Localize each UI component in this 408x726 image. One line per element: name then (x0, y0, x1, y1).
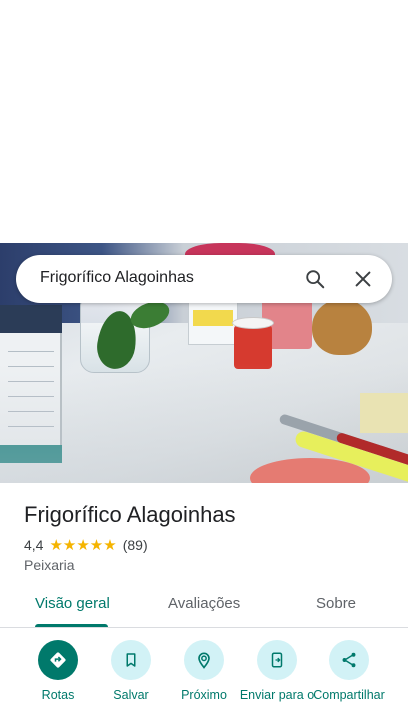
search-bar[interactable]: Frigorífico Alagoinhas (16, 255, 392, 303)
photo-wooden-heart (312, 299, 372, 355)
share-label: Compartilhar (313, 688, 385, 702)
send-to-phone-label: Enviar para o (239, 688, 315, 702)
close-icon[interactable] (352, 268, 374, 290)
photo-glue-bottle (188, 301, 238, 345)
tab-active-indicator (35, 624, 108, 627)
nearby-button[interactable]: Próximo (164, 640, 244, 702)
place-category[interactable]: Peixaria (24, 557, 75, 573)
save-label: Salvar (113, 688, 149, 702)
star-rating-icon: ★★★★★ (49, 537, 117, 554)
send-to-phone-button[interactable]: Enviar para o (237, 640, 317, 702)
directions-button[interactable]: Rotas (18, 640, 98, 702)
nearby-icon (184, 640, 224, 680)
directions-label: Rotas (41, 688, 75, 702)
rating-row[interactable]: 4,4 ★★★★★ (89) (24, 536, 148, 554)
save-button[interactable]: Salvar (91, 640, 171, 702)
calendar-header (0, 305, 62, 333)
search-icon[interactable] (304, 268, 326, 290)
jar-lid (232, 317, 274, 329)
tab-overview[interactable]: Visão geral (35, 595, 110, 612)
photo-notepad (360, 393, 408, 433)
search-input[interactable]: Frigorífico Alagoinhas (40, 269, 194, 287)
tab-reviews[interactable]: Avaliações (168, 595, 240, 612)
rating-value: 4,4 (24, 537, 44, 553)
glue-label (193, 310, 233, 326)
tab-about[interactable]: Sobre (316, 595, 356, 612)
bookmark-icon (111, 640, 151, 680)
share-icon (329, 640, 369, 680)
directions-icon (38, 640, 78, 680)
share-button[interactable]: Compartilhar (309, 640, 389, 702)
review-count[interactable]: (89) (123, 537, 148, 553)
nearby-label: Próximo (181, 688, 227, 702)
action-buttons: Rotas Salvar Próximo Enviar para o Compa… (0, 640, 408, 726)
map-blank-area (0, 0, 408, 243)
place-title: Frigorífico Alagoinhas (24, 502, 236, 527)
send-to-phone-icon (257, 640, 297, 680)
place-tabs: Visão geral Avaliações Sobre (0, 585, 408, 628)
